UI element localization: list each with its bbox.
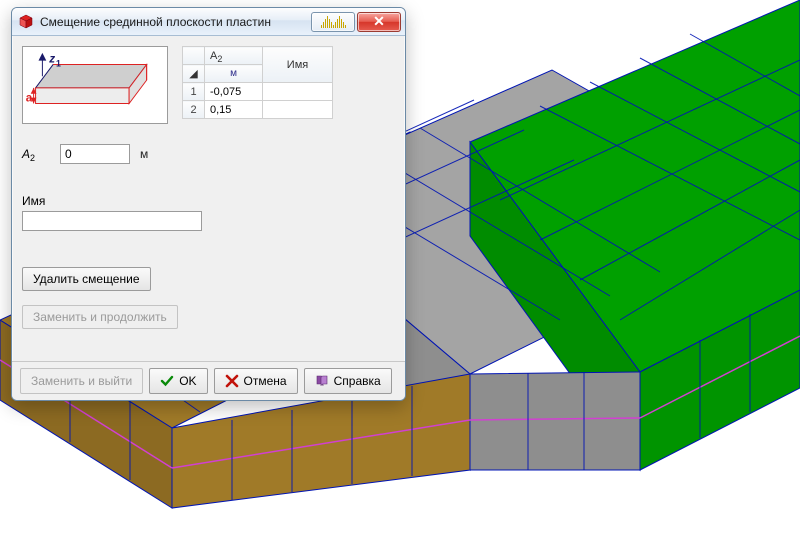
table-corner bbox=[183, 47, 205, 65]
offset-dialog: Смещение срединной плоскости пластин ✕ bbox=[11, 7, 406, 401]
svg-text:1: 1 bbox=[56, 58, 61, 68]
col-unit: м bbox=[205, 65, 263, 83]
svg-text:z: z bbox=[48, 53, 55, 66]
ok-button[interactable]: OK bbox=[149, 368, 207, 394]
book-icon bbox=[315, 374, 329, 388]
help-button[interactable]: Справка bbox=[304, 368, 392, 394]
name-label: Имя bbox=[22, 194, 395, 208]
minimize-button[interactable] bbox=[311, 12, 355, 32]
col-a2[interactable]: A2 bbox=[205, 47, 263, 65]
close-button[interactable]: ✕ bbox=[357, 12, 401, 32]
a2-unit: м bbox=[140, 147, 148, 161]
delete-offset-button[interactable]: Удалить смещение bbox=[22, 267, 151, 291]
replace-continue-button: Заменить и продолжить bbox=[22, 305, 178, 329]
dialog-footer: Заменить и выйти OK Отмена Справка bbox=[12, 361, 405, 400]
offset-diagram: z 1 a bbox=[22, 46, 168, 124]
a2-label: A2 bbox=[22, 147, 50, 161]
name-input[interactable] bbox=[22, 211, 202, 231]
app-icon bbox=[18, 14, 34, 30]
table-corner2: ◢ bbox=[183, 65, 205, 83]
col-name[interactable]: Имя bbox=[263, 47, 333, 83]
replace-exit-button: Заменить и выйти bbox=[20, 368, 143, 394]
table-row[interactable]: 1 -0,075 bbox=[183, 83, 333, 101]
cancel-button[interactable]: Отмена bbox=[214, 368, 298, 394]
window-title: Смещение срединной плоскости пластин bbox=[40, 15, 305, 29]
table-row[interactable]: 2 0,15 bbox=[183, 101, 333, 119]
a2-input[interactable] bbox=[60, 144, 130, 164]
check-icon bbox=[160, 374, 174, 388]
offset-table[interactable]: A2 Имя ◢ м 1 -0,075 2 0,15 bbox=[182, 46, 333, 119]
x-icon bbox=[225, 374, 239, 388]
minimize-icon bbox=[321, 16, 346, 28]
titlebar[interactable]: Смещение срединной плоскости пластин ✕ bbox=[12, 8, 405, 36]
svg-text:a: a bbox=[26, 92, 33, 105]
close-icon: ✕ bbox=[373, 13, 385, 30]
